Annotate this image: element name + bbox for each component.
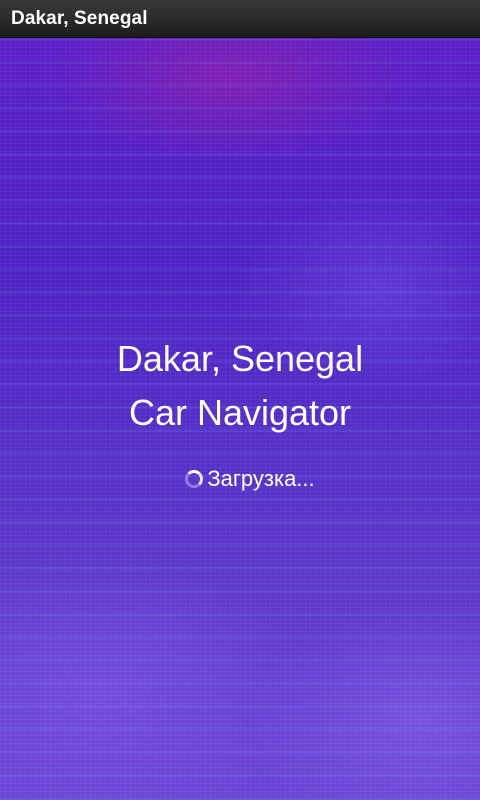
window-title: Dakar, Senegal xyxy=(11,8,148,29)
app-title-line1: Dakar, Senegal xyxy=(116,338,364,379)
loading-text: Загрузка... xyxy=(207,466,315,491)
title-bar: Dakar, Senegal xyxy=(0,0,480,38)
loading-spinner-icon xyxy=(185,470,204,488)
loading-indicator: Загрузка... xyxy=(0,464,480,494)
app-title-line2: Car Navigator xyxy=(128,392,352,433)
app-screen: Dakar, Senegal Dakar, Senegal Car Naviga… xyxy=(0,0,480,800)
